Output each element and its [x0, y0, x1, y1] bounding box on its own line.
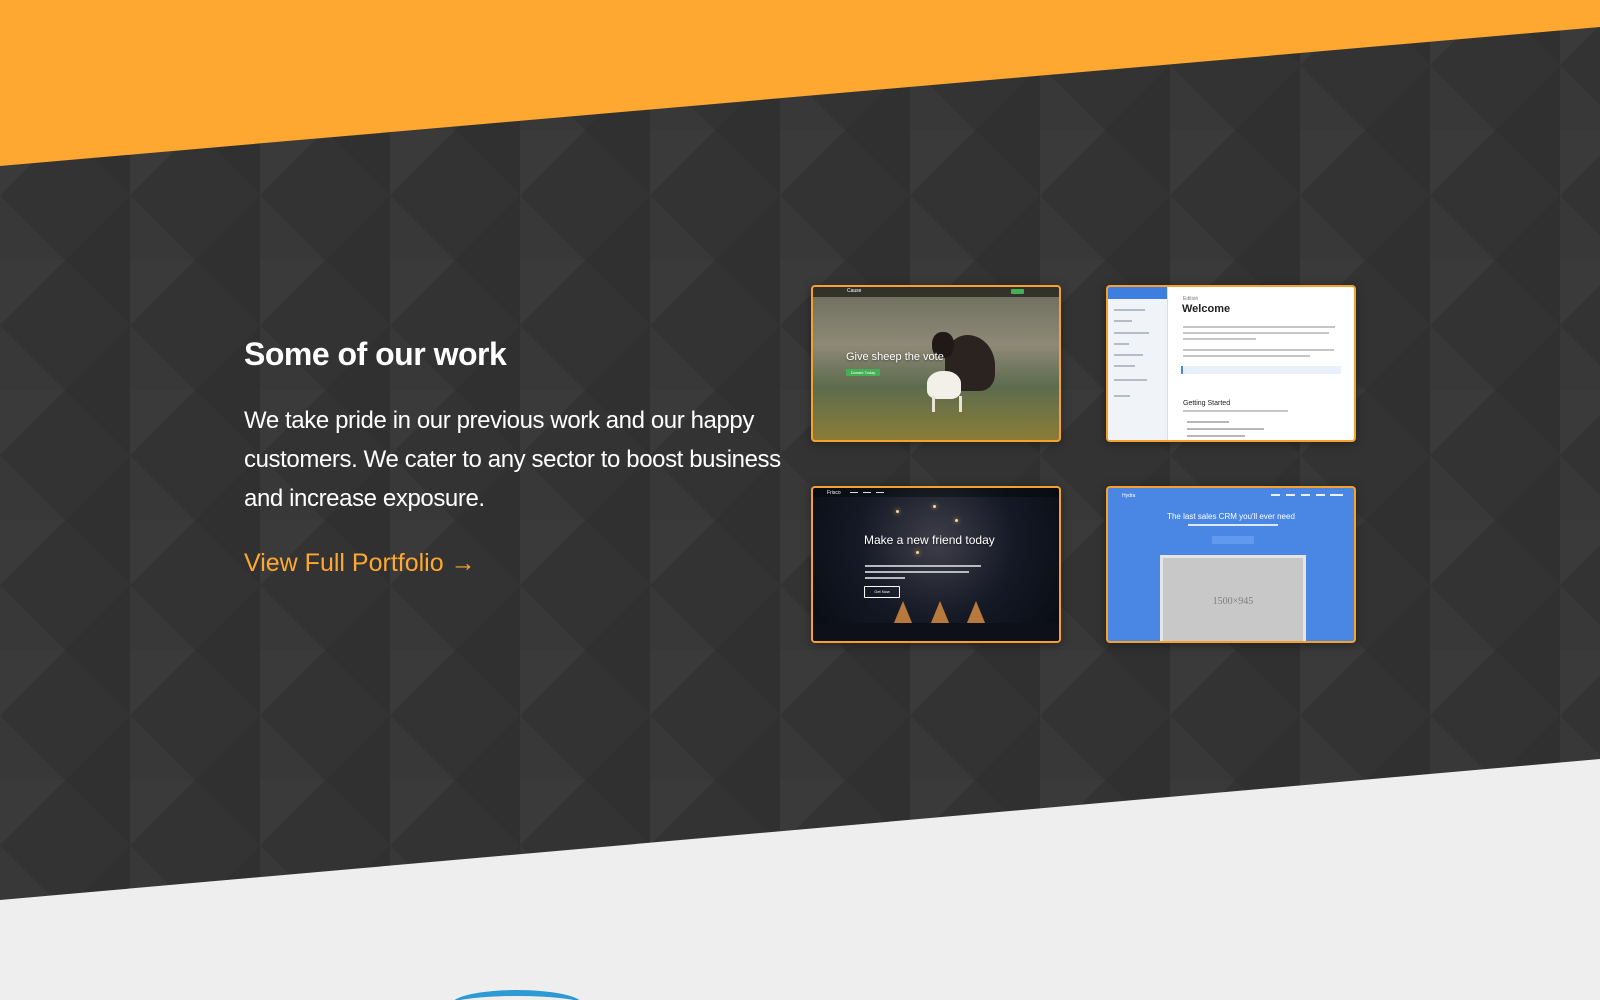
thumbnail-subtitle-line: [1188, 524, 1278, 526]
portfolio-thumbnail-frisco-campaign[interactable]: Frisco Make a new friend today Get Now: [811, 486, 1061, 643]
thumbnail-cta-button: [1212, 536, 1254, 544]
portfolio-thumbnail-sheep-campaign[interactable]: Cause Give sheep the vote Donate Today: [811, 285, 1061, 442]
thumbnail-nav-link: [1301, 494, 1310, 496]
blue-logo-fragment: [452, 990, 582, 1000]
portfolio-thumbnail-hydra-crm[interactable]: Hydra The last sales CRM you'll ever nee…: [1106, 486, 1356, 643]
firework-spark: [896, 510, 899, 513]
section-title: Some of our work: [244, 336, 507, 372]
thumbnail-nav-button: [1330, 494, 1343, 496]
thumbnail-headline: Make a new friend today: [864, 533, 995, 547]
thumbnail-headline: The last sales CRM you'll ever need: [1167, 512, 1295, 521]
documentation-text-line: [1183, 338, 1256, 340]
portfolio-summary: Some of our work We take pride in our pr…: [244, 333, 804, 580]
sidebar-nav-line: [1114, 365, 1135, 367]
sidebar-nav-line: [1114, 395, 1130, 397]
sidebar-nav-line: [1114, 320, 1132, 322]
placeholder-screen-image: 1500×945: [1160, 555, 1306, 641]
documentation-sidebar: [1108, 287, 1168, 440]
documentation-title: Welcome: [1182, 303, 1231, 315]
thumbnail-body-line: [865, 565, 981, 567]
view-full-portfolio-link[interactable]: View Full Portfolio →: [244, 546, 476, 580]
documentation-list-line: [1187, 428, 1264, 430]
documentation-sidebar-header: [1108, 287, 1167, 299]
firework-spark: [933, 505, 936, 508]
thumbnail-nav-link: [1316, 494, 1325, 496]
documentation-text-line: [1183, 332, 1329, 334]
thumbnail-body-line: [865, 571, 969, 573]
thumbnail-donate-button: Donate Today: [846, 369, 880, 376]
thumbnail-nav-button: [1011, 289, 1024, 294]
thumbnail-body-line: [865, 577, 905, 579]
thumbnail-nav-link: [1286, 494, 1295, 496]
documentation-kicker: Edition: [1183, 296, 1199, 302]
documentation-text-line: [1183, 355, 1310, 357]
thumbnail-nav-link: [850, 492, 858, 493]
thumbnail-nav-link: [876, 492, 884, 493]
lamb-legs-image: [932, 396, 962, 412]
firework-spark: [916, 551, 919, 554]
sidebar-nav-line: [1114, 343, 1129, 345]
documentation-subtitle: Getting Started: [1183, 400, 1231, 407]
thumbnail-nav-link: [1271, 494, 1280, 496]
thumbnail-brand: Frisco: [827, 490, 841, 496]
firework-spark: [955, 519, 958, 522]
sidebar-nav-line: [1114, 332, 1149, 334]
portfolio-page: Some of our work We take pride in our pr…: [0, 0, 1600, 1000]
documentation-list-line: [1187, 435, 1245, 437]
thumbnail-brand: Cause: [847, 288, 862, 294]
section-description: We take pride in our previous work and o…: [244, 407, 781, 512]
documentation-text-line: [1183, 349, 1334, 351]
documentation-text-line: [1183, 326, 1335, 328]
thumbnail-brand: Hydra: [1122, 493, 1136, 499]
white-lamb-image: [927, 371, 961, 399]
thumbnail-nav-link: [863, 492, 871, 493]
documentation-callout: [1181, 366, 1341, 374]
sidebar-nav-line: [1114, 354, 1143, 356]
documentation-list-line: [1187, 421, 1229, 423]
sidebar-nav-line: [1114, 309, 1145, 311]
documentation-text-line: [1183, 410, 1288, 412]
placeholder-size-label: 1500×945: [1212, 596, 1254, 607]
sidebar-nav-line: [1114, 379, 1147, 381]
thumbnail-get-now-button: Get Now: [864, 586, 900, 598]
portfolio-thumbnail-edition-docs[interactable]: Edition Welcome Getting Started: [1106, 285, 1356, 442]
thumbnail-headline: Give sheep the vote: [846, 351, 944, 363]
night-water-image: [813, 623, 1059, 641]
